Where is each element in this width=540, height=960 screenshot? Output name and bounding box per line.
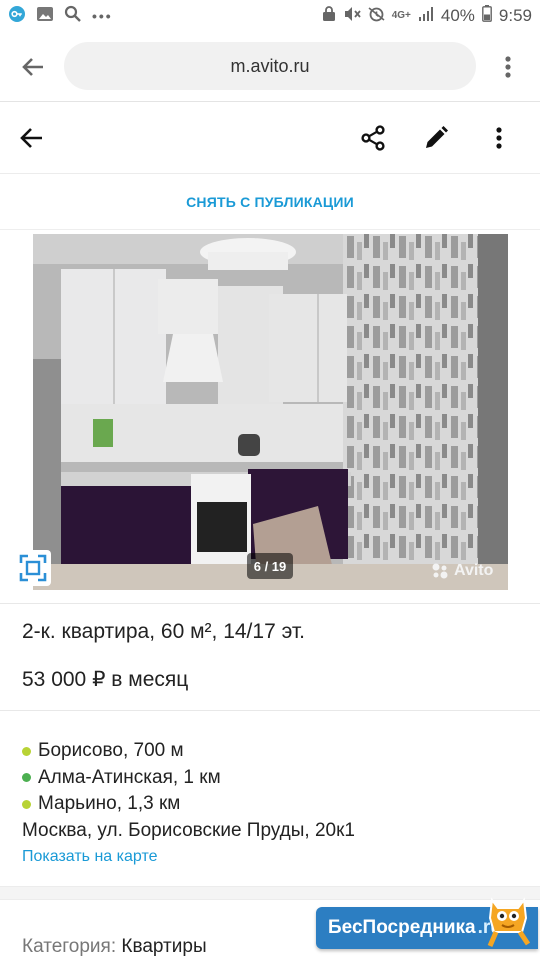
metro-dot-icon bbox=[22, 746, 31, 756]
status-bar: ••• 4G+ 40% 9:59 bbox=[0, 0, 540, 32]
metro-station-name: Марьино, 1,3 км bbox=[38, 793, 181, 814]
vpn-key-icon bbox=[8, 5, 26, 28]
show-on-map-link[interactable]: Показать на карте bbox=[22, 848, 157, 866]
metro-dot-icon bbox=[22, 799, 31, 809]
alarm-icon bbox=[368, 5, 385, 27]
photo-counter: 6 / 19 bbox=[247, 553, 293, 579]
signal-icon bbox=[418, 6, 434, 27]
app-bar bbox=[0, 102, 540, 174]
unpublish-bar: СНЯТЬ С ПУБЛИКАЦИИ bbox=[0, 174, 540, 230]
listing-title: 2-к. квартира, 60 м², 14/17 эт. bbox=[22, 620, 305, 643]
kitchen-photo bbox=[33, 234, 508, 590]
metro-station: Марьино, 1,3 км bbox=[22, 791, 355, 818]
pencil-icon[interactable] bbox=[418, 120, 454, 156]
mute-icon bbox=[343, 6, 361, 27]
battery-text: 40% bbox=[440, 6, 475, 25]
lock-icon bbox=[322, 5, 336, 27]
category-value: Квартиры bbox=[121, 936, 207, 957]
arrow-back-icon[interactable] bbox=[18, 52, 48, 82]
address-text: Москва, ул. Борисовские Пруды, 20к1 bbox=[22, 819, 355, 841]
metro-station: Борисово, 700 м bbox=[22, 738, 355, 765]
share-icon[interactable] bbox=[355, 120, 391, 156]
arrow-back-icon[interactable] bbox=[14, 120, 50, 156]
listing-photo[interactable] bbox=[33, 234, 508, 590]
metro-station-name: Борисово, 700 м bbox=[38, 740, 184, 761]
battery-icon bbox=[482, 5, 492, 27]
browser-toolbar: m.avito.ru bbox=[0, 32, 540, 102]
kebab-menu-icon[interactable] bbox=[496, 52, 520, 82]
listing-price: 53 000 ₽ в месяц bbox=[22, 668, 189, 691]
clock: 9:59 bbox=[498, 6, 532, 25]
divider bbox=[0, 603, 540, 604]
watermark-text: Avito bbox=[454, 562, 494, 579]
category-row: Категория: Квартиры bbox=[22, 936, 207, 958]
gallery-icon bbox=[36, 6, 54, 27]
metro-station: Алма-Атинская, 1 км bbox=[22, 765, 355, 792]
category-label: Категория: bbox=[22, 936, 117, 957]
search-icon bbox=[64, 5, 82, 28]
metro-dot-icon bbox=[22, 773, 31, 783]
more-icon: ••• bbox=[92, 8, 113, 24]
section-separator bbox=[0, 886, 540, 900]
unpublish-button[interactable]: СНЯТЬ С ПУБЛИКАЦИИ bbox=[186, 194, 354, 210]
url-text: m.avito.ru bbox=[230, 55, 310, 76]
metro-station-name: Алма-Атинская, 1 км bbox=[38, 766, 221, 788]
network-icon: 4G+ bbox=[391, 10, 411, 21]
fullscreen-icon[interactable] bbox=[15, 550, 51, 586]
mascot-icon bbox=[478, 890, 538, 950]
divider bbox=[0, 710, 540, 711]
promo-text: БесПосредника bbox=[328, 917, 476, 938]
avito-logo-icon bbox=[432, 563, 448, 579]
kebab-menu-icon[interactable] bbox=[481, 120, 517, 156]
url-field[interactable]: m.avito.ru bbox=[64, 42, 476, 90]
avito-watermark: Avito bbox=[430, 561, 493, 581]
location-block: Борисово, 700 м Алма-Атинская, 1 км Марь… bbox=[22, 738, 355, 844]
